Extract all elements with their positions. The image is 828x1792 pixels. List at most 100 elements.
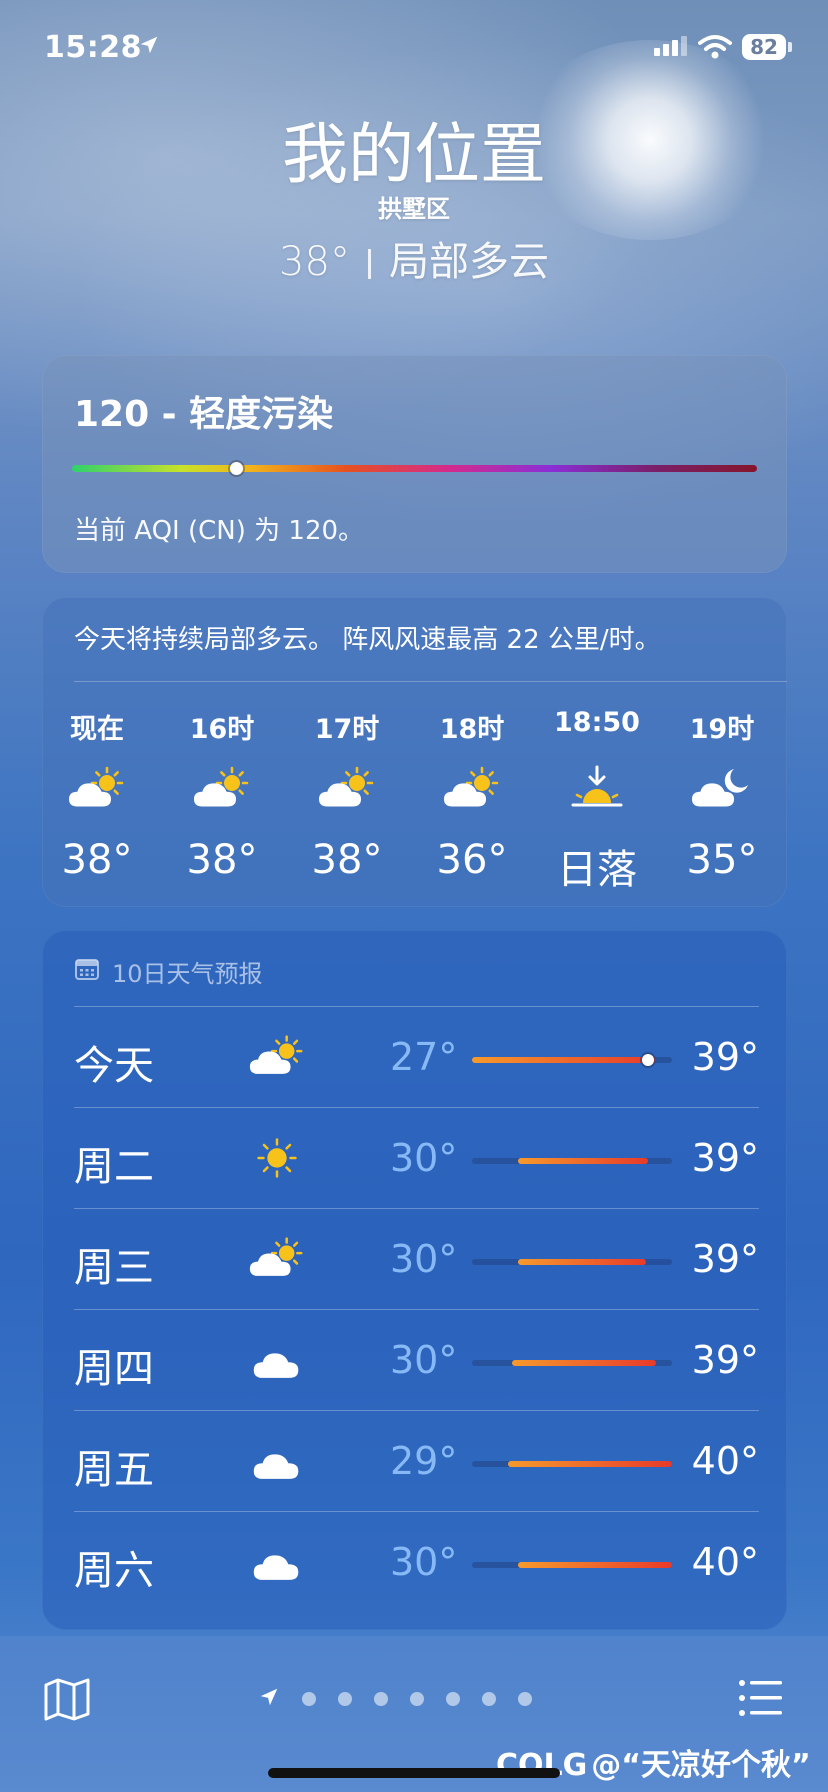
partly-cloudy-sun-icon xyxy=(440,765,504,811)
forecast-day: 周二 xyxy=(74,1144,154,1190)
forecast-low: 30° xyxy=(390,1338,458,1382)
hourly-item: 16时 38° xyxy=(162,707,282,883)
cloud-icon xyxy=(246,1435,308,1485)
forecast-day: 周三 xyxy=(74,1245,154,1291)
hour-label: 16时 xyxy=(189,714,255,745)
temperature-range-bar xyxy=(472,1562,672,1568)
forecast-high: 40° xyxy=(691,1439,759,1483)
forecast-low: 30° xyxy=(390,1136,458,1180)
forecast-low: 30° xyxy=(390,1237,458,1281)
aqi-title: 120 - 轻度污染 xyxy=(74,394,334,435)
temperature-range-bar xyxy=(472,1461,672,1467)
cloud-icon xyxy=(246,1536,308,1586)
aqi-level-marker xyxy=(230,462,244,475)
forecast-low: 29° xyxy=(390,1439,458,1483)
forecast-row[interactable]: 周五 29° 40° xyxy=(74,1410,759,1512)
forecast-low: 27° xyxy=(390,1035,458,1079)
battery-tip xyxy=(788,42,792,52)
status-time: 15:28 xyxy=(44,30,142,65)
forecast-row[interactable]: 周三 30° 39° xyxy=(74,1208,759,1310)
forecast-high: 39° xyxy=(691,1035,759,1079)
forecast-high: 40° xyxy=(691,1540,759,1584)
hour-temperature: 35° xyxy=(686,837,758,883)
partly-cloudy-sun-icon xyxy=(246,1233,308,1283)
sunset-icon xyxy=(565,765,629,811)
hourly-item: 18:50 日落 xyxy=(537,707,657,895)
hourly-summary: 今天将持续局部多云。 阵风风速最高 22 公里/时。 xyxy=(74,625,661,655)
forecast-day: 周四 xyxy=(74,1346,154,1392)
hour-label: 17时 xyxy=(314,714,380,745)
forecast-low: 30° xyxy=(390,1540,458,1584)
hour-temperature: 日落 xyxy=(557,847,637,893)
partly-cloudy-sun-icon xyxy=(315,765,379,811)
district-name: 拱墅区 xyxy=(378,195,450,223)
watermark-text: @“天凉好个秋” xyxy=(591,1748,811,1783)
forecast-row[interactable]: 周二 30° 39° xyxy=(74,1107,759,1209)
page-dot[interactable] xyxy=(482,1692,496,1706)
temperature-range-fill xyxy=(518,1259,646,1265)
hour-label: 18:50 xyxy=(554,707,640,738)
current-condition: 局部多云 xyxy=(388,239,549,285)
aqi-description: 当前 AQI (CN) 为 120。 xyxy=(74,516,365,546)
temperature-range-fill xyxy=(518,1158,648,1164)
forecast-day: 周六 xyxy=(74,1548,154,1594)
temperature-range-bar xyxy=(472,1054,672,1066)
location-arrow-icon xyxy=(140,36,158,54)
temperature-range-bar xyxy=(472,1158,672,1164)
partly-cloudy-sun-icon xyxy=(190,765,254,811)
page-dot[interactable] xyxy=(338,1692,352,1706)
current-conditions: 38° 局部多云 xyxy=(0,229,828,287)
hour-label: 18时 xyxy=(439,714,505,745)
separator xyxy=(367,249,371,279)
bottom-toolbar: COLG @“天凉好个秋” xyxy=(0,1636,828,1792)
page-dot[interactable] xyxy=(374,1692,388,1706)
sun-icon xyxy=(246,1132,308,1182)
map-icon[interactable] xyxy=(42,1676,92,1722)
air-quality-card[interactable]: 120 - 轻度污染 当前 AQI (CN) 为 120。 xyxy=(42,355,787,573)
forecast-high: 39° xyxy=(691,1338,759,1382)
hour-temperature: 38° xyxy=(311,837,383,883)
hour-temperature: 38° xyxy=(61,837,133,883)
status-bar: 15:28 82 xyxy=(0,30,828,70)
current-location-icon xyxy=(260,1688,278,1706)
forecast-row[interactable]: 周四 30° 39° xyxy=(74,1309,759,1411)
hour-temperature: 36° xyxy=(436,837,508,883)
partly-cloudy-moon-icon xyxy=(690,765,754,811)
hour-label: 现在 xyxy=(70,714,124,745)
forecast-high: 39° xyxy=(691,1136,759,1180)
hourly-item: 现在 38° xyxy=(37,707,157,883)
current-temperature: 38° xyxy=(279,239,350,285)
hourly-item: 19时 35° xyxy=(662,707,782,883)
aqi-scale-bar xyxy=(72,465,757,472)
home-indicator xyxy=(268,1768,560,1778)
forecast-day: 今天 xyxy=(74,1043,154,1089)
cloud-icon xyxy=(246,1334,308,1384)
current-temperature-marker xyxy=(642,1054,654,1066)
hourly-item: 18时 36° xyxy=(412,707,532,883)
page-dot[interactable] xyxy=(302,1692,316,1706)
temperature-range-fill xyxy=(508,1461,672,1467)
page-dot[interactable] xyxy=(410,1692,424,1706)
forecast-row[interactable]: 周六 30° 40° xyxy=(74,1511,759,1613)
page-dot[interactable] xyxy=(518,1692,532,1706)
hour-label: 19时 xyxy=(689,714,755,745)
page-dot[interactable] xyxy=(446,1692,460,1706)
hourly-forecast-card[interactable]: 今天将持续局部多云。 阵风风速最高 22 公里/时。 现在 38° 16时 38°… xyxy=(42,597,787,907)
forecast-header-label: 10日天气预报 xyxy=(112,960,263,988)
hour-temperature: 38° xyxy=(186,837,258,883)
temperature-range-fill xyxy=(472,1057,656,1063)
wifi-icon xyxy=(698,35,732,59)
battery-indicator: 82 xyxy=(742,34,786,60)
hourly-item: 17时 38° xyxy=(287,707,407,883)
forecast-row[interactable]: 今天 27° 39° xyxy=(74,1006,759,1108)
temperature-range-bar xyxy=(472,1360,672,1366)
partly-cloudy-sun-icon xyxy=(65,765,129,811)
location-header: 我的位置 拱墅区 38° 局部多云 xyxy=(0,115,828,287)
ten-day-forecast-card[interactable]: 10日天气预报 今天 27° 39° 周二 30° 39° 周三 30° 39°… xyxy=(42,930,787,1630)
divider xyxy=(74,681,787,682)
list-icon[interactable] xyxy=(738,1678,784,1718)
partly-cloudy-sun-icon xyxy=(246,1031,308,1081)
forecast-high: 39° xyxy=(691,1237,759,1281)
temperature-range-fill xyxy=(512,1360,656,1366)
temperature-range-fill xyxy=(518,1562,672,1568)
